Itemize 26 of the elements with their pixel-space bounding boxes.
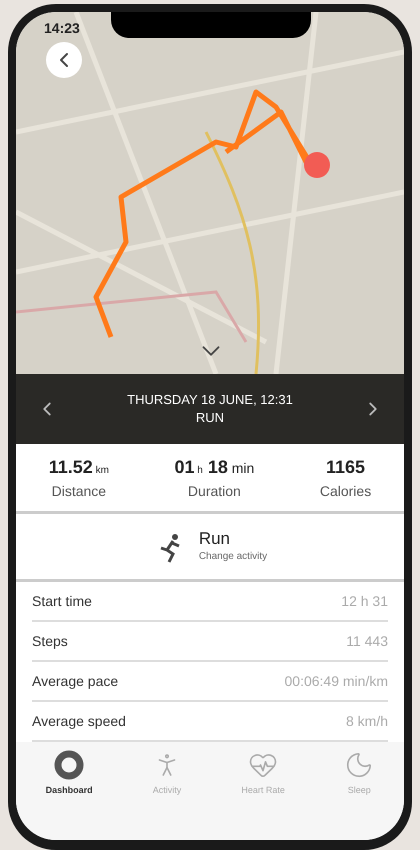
pin-icon xyxy=(304,152,330,178)
stat-value: 1165 xyxy=(326,456,366,478)
detail-label: Steps xyxy=(32,632,68,651)
change-activity-link[interactable]: Change activity xyxy=(198,549,268,564)
detail-value: 00:06:49 min/km xyxy=(284,672,388,690)
detail-label: Average pace xyxy=(32,672,118,691)
detail-label: Start time xyxy=(32,592,92,610)
detail-label: Average speed xyxy=(32,712,126,731)
stat-value: 11.52 km xyxy=(48,456,109,478)
activity-name: Run xyxy=(198,529,231,549)
detail-value: 12 h 31 xyxy=(341,592,388,610)
stat-label: Calories xyxy=(320,482,372,500)
ring-icon xyxy=(54,750,84,780)
stat-label: Distance xyxy=(52,482,106,500)
back-button[interactable] xyxy=(46,42,82,78)
stat-label: Duration xyxy=(188,482,241,500)
tab[interactable]: Activity xyxy=(152,750,182,798)
tab[interactable]: Heart Rate xyxy=(241,750,285,798)
status-time: 14:23 xyxy=(44,19,80,38)
detail-value: 11 443 xyxy=(346,632,388,650)
activity-type: RUN xyxy=(196,409,224,427)
stat-value: 01 h 18 min xyxy=(174,456,254,478)
tab[interactable]: Sleep xyxy=(344,750,374,798)
detail-value: 8 km/h xyxy=(346,712,388,730)
tab[interactable]: Dashboard xyxy=(46,750,93,798)
activity-date: THURSDAY 18 JUNE, 12:31 xyxy=(127,391,293,409)
